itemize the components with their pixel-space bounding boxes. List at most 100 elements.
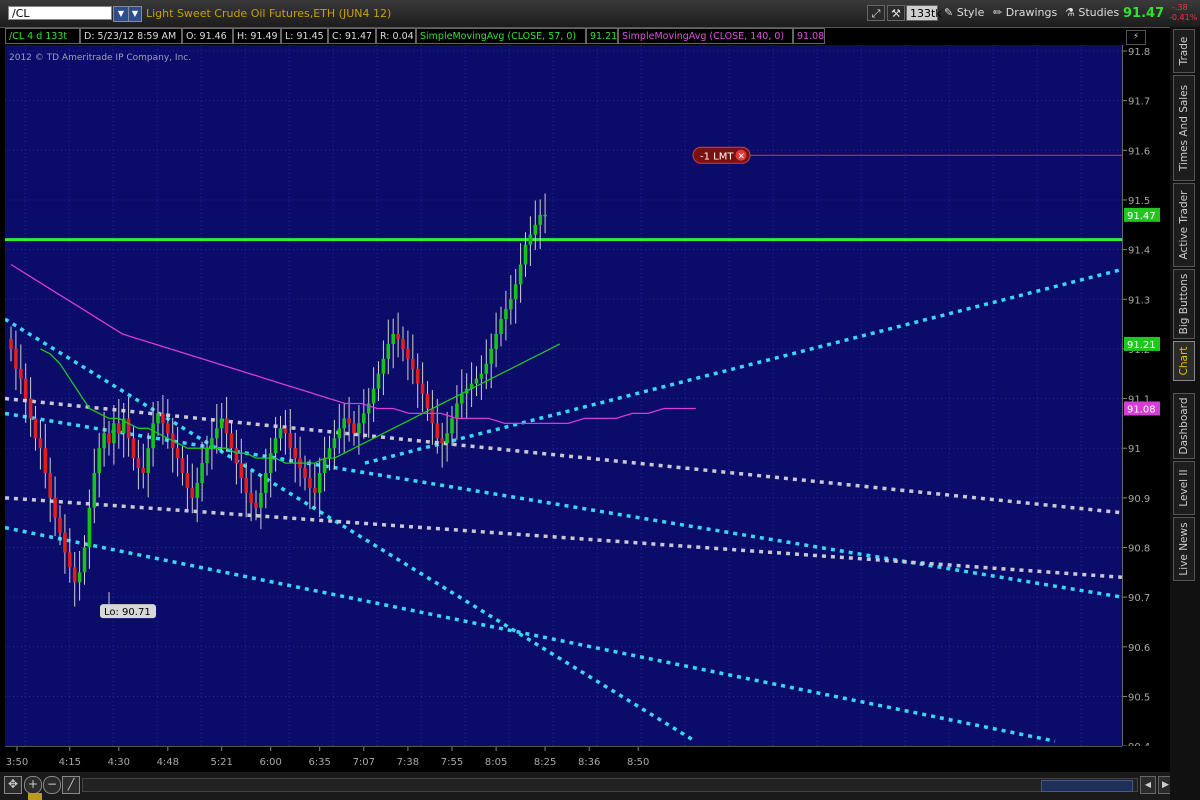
candle-body bbox=[102, 433, 106, 449]
scrollbar-thumb[interactable] bbox=[1041, 780, 1133, 792]
time-axis-canvas[interactable]: 3:50 4:15 4:30 4:48 5:21 6:00 6:35 7:07 7:38 7:55… bbox=[5, 747, 1122, 773]
candle-body bbox=[264, 473, 268, 493]
candle-body bbox=[190, 487, 195, 498]
style-menu[interactable]: ✎ Style bbox=[944, 6, 984, 19]
candle-body bbox=[9, 338, 13, 349]
sma140-label[interactable]: SimpleMovingAvg (CLOSE, 140, 0) bbox=[618, 28, 793, 44]
wrench-icon[interactable]: ⚒ bbox=[887, 5, 905, 21]
candle-body bbox=[337, 428, 342, 439]
candle-body bbox=[406, 348, 410, 359]
tab-label: Live News bbox=[1178, 522, 1190, 576]
aggregation-button[interactable]: 133tk bbox=[906, 5, 942, 21]
sma57-value: 91.21 bbox=[586, 28, 618, 44]
candle-body bbox=[58, 517, 62, 533]
candle-body bbox=[82, 547, 87, 573]
candle-body bbox=[215, 428, 219, 439]
studies-label: Studies bbox=[1078, 6, 1120, 19]
candle-body bbox=[77, 572, 82, 583]
cyan-trendline bbox=[4, 317, 696, 743]
candle-body bbox=[352, 423, 356, 434]
candle-body bbox=[308, 477, 312, 488]
price-tick-label: 91.8 bbox=[1128, 47, 1150, 58]
cyan-trendline bbox=[364, 267, 1123, 465]
candle-body bbox=[494, 334, 498, 349]
tab-dashboard[interactable]: Dashboard bbox=[1173, 393, 1195, 459]
tab-level-ii[interactable]: Level II bbox=[1173, 461, 1195, 515]
style-label: Style bbox=[956, 6, 985, 19]
candle-body bbox=[509, 299, 513, 310]
net-change: -.38 bbox=[1172, 3, 1188, 12]
bar-open: O: 91.46 bbox=[182, 28, 233, 44]
time-axis[interactable]: 3:50 4:15 4:30 4:48 5:21 6:00 6:35 7:07 7:38 7:55… bbox=[5, 746, 1122, 773]
candle-body bbox=[347, 418, 351, 424]
candle-body bbox=[376, 373, 381, 389]
candle-body bbox=[415, 368, 420, 384]
candle-body bbox=[362, 413, 366, 424]
candle-body bbox=[156, 413, 160, 424]
candle-body bbox=[87, 507, 92, 548]
symbol-period[interactable]: /CL 4 d 133t bbox=[5, 28, 80, 44]
time-tick-label: 7:55 bbox=[441, 757, 463, 768]
candle-body bbox=[357, 423, 361, 434]
draw-tool-icon[interactable]: ⚡ bbox=[1126, 30, 1146, 45]
zoom-in-icon[interactable]: + bbox=[24, 776, 42, 794]
last-price: 91.47 bbox=[1123, 6, 1165, 21]
pan-icon[interactable]: ✥ bbox=[4, 776, 22, 794]
candle-body bbox=[489, 348, 493, 364]
scroll-left-icon[interactable]: ◀ bbox=[1140, 776, 1156, 794]
candle-body bbox=[523, 244, 528, 265]
price-tick-label: 91.7 bbox=[1128, 97, 1150, 108]
bar-close: C: 91.47 bbox=[328, 28, 376, 44]
sma57-label[interactable]: SimpleMovingAvg (CLOSE, 57, 0) bbox=[416, 28, 586, 44]
zoom-out-icon[interactable]: − bbox=[43, 776, 61, 794]
candle-body bbox=[97, 448, 101, 474]
price-chart[interactable]: -1 LMT ✕ Lo: 90.71 2012 © TD Ameritrade IP… bbox=[4, 45, 1123, 747]
candle-body bbox=[92, 473, 97, 508]
price-badge-label: 91.21 bbox=[1127, 340, 1156, 351]
candle-body bbox=[53, 497, 57, 518]
price-axis-canvas[interactable]: 91.891.791.691.591.491.391.291.19190.990… bbox=[1123, 45, 1171, 753]
candle-body bbox=[278, 428, 283, 439]
tab-label: Trade bbox=[1178, 36, 1190, 66]
drawings-label: Drawings bbox=[1005, 6, 1058, 19]
symbol-dropdown-button[interactable]: ▼ bbox=[113, 6, 129, 22]
symbol-menu-button[interactable]: ▼ bbox=[128, 6, 142, 22]
tab-live-news[interactable]: Live News bbox=[1173, 517, 1195, 581]
instrument-description: Light Sweet Crude Oil Futures,ETH (JUN4 … bbox=[146, 7, 392, 20]
candle-body bbox=[48, 473, 52, 498]
symbol-input[interactable]: /CL bbox=[8, 6, 112, 20]
tab-trade[interactable]: Trade bbox=[1173, 29, 1195, 73]
tab-times-and-sales[interactable]: Times And Sales bbox=[1173, 75, 1195, 181]
tab-active-trader[interactable]: Active Trader bbox=[1173, 183, 1195, 267]
candle-body bbox=[234, 448, 239, 464]
low-label: Lo: 90.71 bbox=[104, 607, 151, 618]
horizontal-scrollbar[interactable] bbox=[82, 778, 1138, 792]
price-chart-canvas[interactable]: -1 LMT ✕ Lo: 90.71 2012 © TD Ameritrade IP… bbox=[4, 45, 1123, 747]
sma140-value: 91.08 bbox=[793, 28, 825, 44]
drawing-line-icon[interactable]: ╱ bbox=[62, 776, 80, 794]
time-tick-label: 8:36 bbox=[578, 757, 600, 768]
candle-body bbox=[293, 448, 297, 459]
drawings-menu[interactable]: ✏ Drawings bbox=[993, 6, 1057, 19]
candle-body bbox=[126, 418, 131, 439]
tab-big-buttons[interactable]: Big Buttons bbox=[1173, 269, 1195, 339]
candle-body bbox=[401, 338, 405, 349]
percent-change: -0.41% bbox=[1169, 13, 1198, 22]
tab-label: Big Buttons bbox=[1178, 273, 1190, 335]
time-tick-label: 3:50 bbox=[6, 757, 28, 768]
candle-body bbox=[484, 363, 489, 374]
candle-body bbox=[342, 418, 346, 429]
tab-label: Active Trader bbox=[1178, 190, 1190, 260]
price-axis[interactable]: 91.891.791.691.591.491.391.291.19190.990… bbox=[1122, 45, 1171, 753]
tab-chart[interactable]: Chart bbox=[1173, 341, 1195, 381]
studies-menu[interactable]: ⚗ Studies bbox=[1065, 6, 1119, 19]
price-tick-label: 91.5 bbox=[1128, 196, 1150, 207]
candle-body bbox=[513, 284, 518, 300]
tab-label: Chart bbox=[1178, 346, 1190, 376]
collapse-arrow-icon[interactable] bbox=[28, 793, 42, 800]
price-tick-label: 91.4 bbox=[1128, 246, 1150, 257]
candle-body bbox=[455, 403, 459, 419]
candle-body bbox=[332, 438, 337, 449]
chart-bottom-bar: ✥ + − ╱ ◀ ▶| bbox=[0, 772, 1200, 800]
zoom-icon[interactable]: ⤢ bbox=[867, 5, 885, 21]
